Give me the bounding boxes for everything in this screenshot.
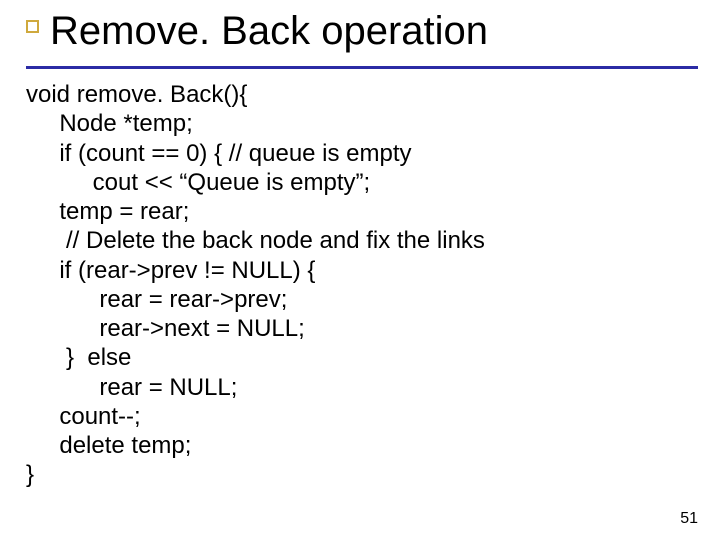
code-line: rear = rear->prev; bbox=[26, 286, 287, 313]
slide: Remove. Back operation void remove. Back… bbox=[0, 0, 720, 540]
code-line: } else bbox=[26, 344, 131, 371]
code-line: } bbox=[26, 461, 34, 488]
code-line: void remove. Back(){ bbox=[26, 81, 247, 108]
code-line: if (count == 0) { // queue is empty bbox=[26, 140, 412, 167]
slide-title: Remove. Back operation bbox=[26, 8, 700, 54]
code-block: void remove. Back(){ Node *temp; if (cou… bbox=[26, 80, 690, 490]
code-line: // Delete the back node and fix the link… bbox=[26, 227, 485, 254]
code-line: temp = rear; bbox=[26, 198, 189, 225]
code-line: count--; bbox=[26, 403, 141, 430]
code-line: if (rear->prev != NULL) { bbox=[26, 257, 315, 284]
code-line: delete temp; bbox=[26, 432, 191, 459]
code-line: cout << “Queue is empty”; bbox=[26, 169, 370, 196]
title-block: Remove. Back operation bbox=[26, 8, 700, 54]
code-line: rear = NULL; bbox=[26, 374, 237, 401]
code-line: rear->next = NULL; bbox=[26, 315, 305, 342]
page-number: 51 bbox=[680, 510, 698, 528]
title-underline bbox=[26, 66, 698, 69]
title-bullet-square bbox=[26, 20, 39, 33]
code-line: Node *temp; bbox=[26, 110, 193, 137]
